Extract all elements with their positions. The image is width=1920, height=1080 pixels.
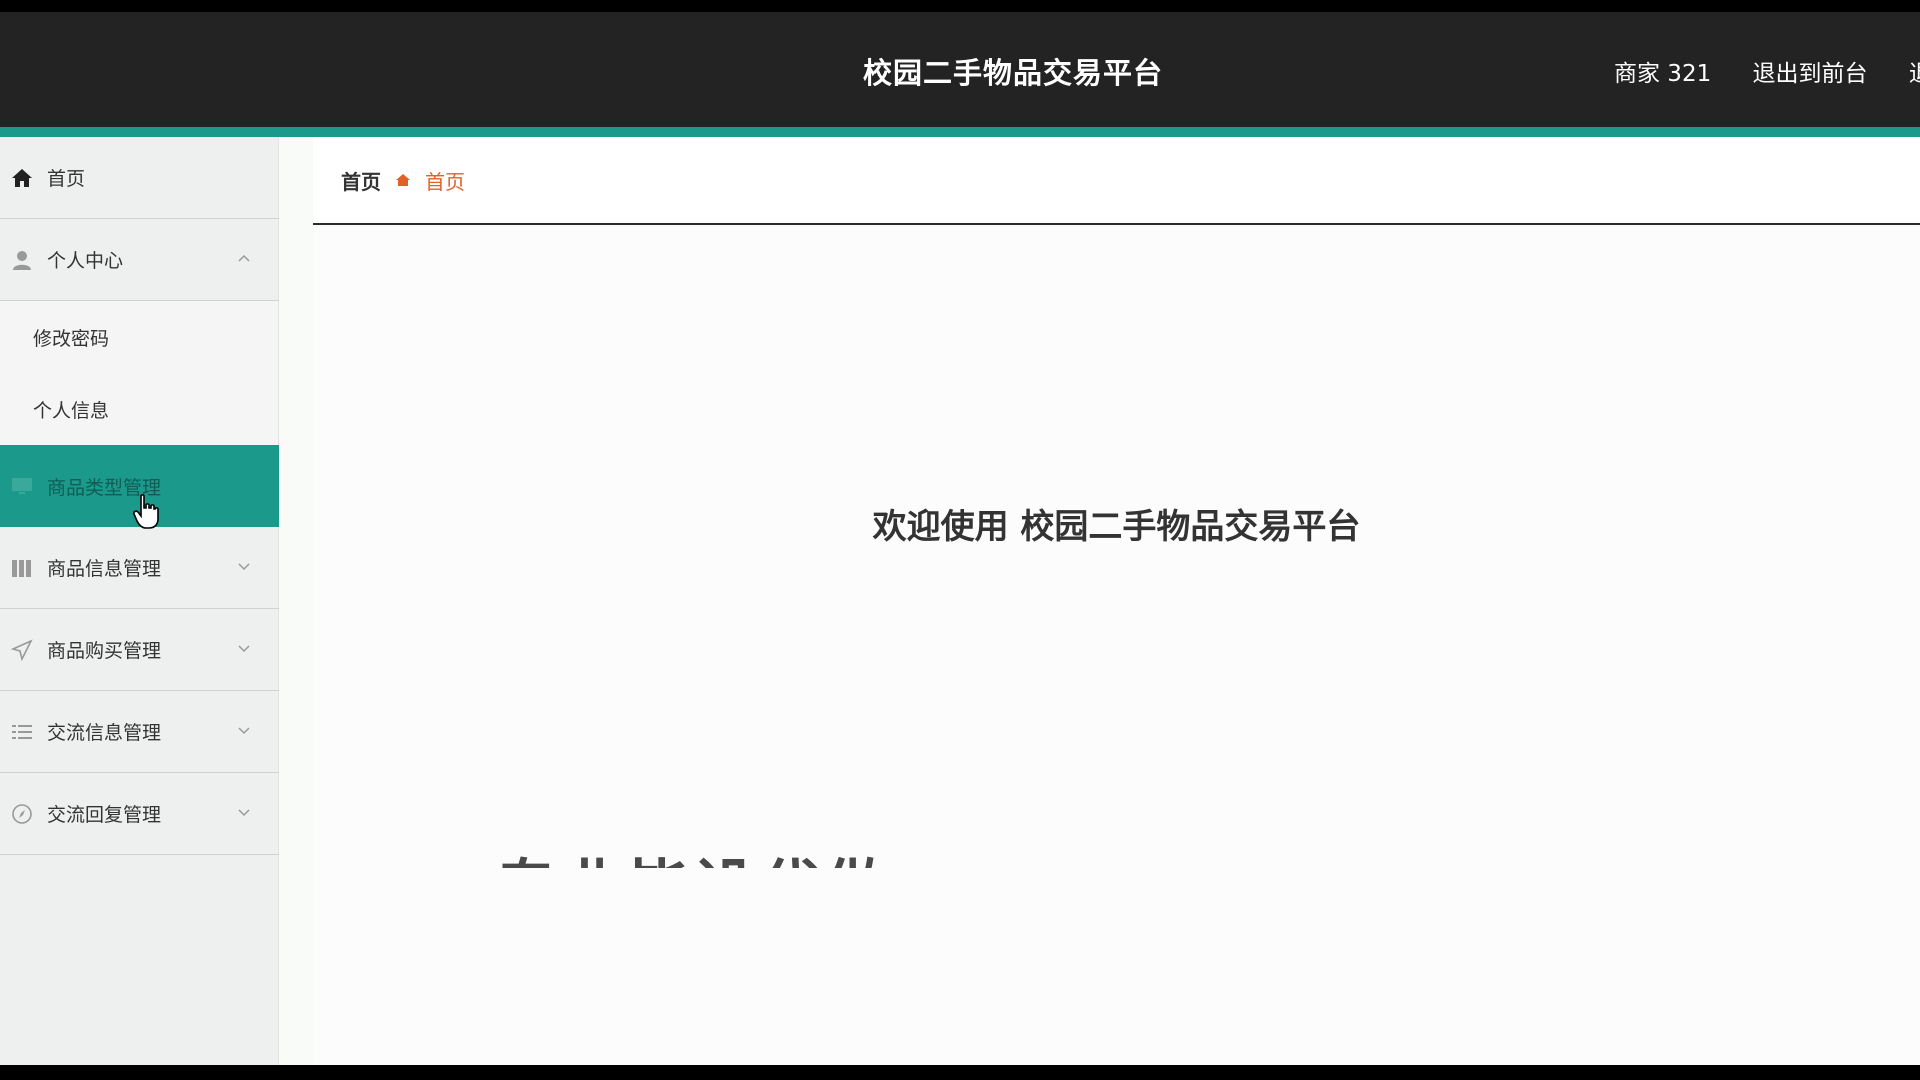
header-actions: 商家 321 退出到前台 退 (1614, 54, 1920, 88)
sidebar-item-label: 交流回复管理 (47, 804, 162, 826)
sidebar-item-label: 交流信息管理 (47, 722, 162, 744)
compass-icon (11, 803, 33, 825)
submenu-item-personal-info[interactable]: 个人信息 (0, 373, 278, 445)
breadcrumb: 首页 首页 (313, 137, 1920, 225)
current-user-label[interactable]: 商家 321 (1614, 61, 1711, 87)
logout-link[interactable]: 退 (1909, 61, 1920, 87)
sidebar-item-purchase-management[interactable]: 商品购买管理 (0, 609, 279, 691)
home-icon (11, 167, 33, 189)
sidebar-item-reply-management[interactable]: 交流回复管理 (0, 773, 279, 855)
breadcrumb-separator-icon (395, 172, 411, 188)
header-accent-bar (0, 127, 1920, 137)
breadcrumb-root[interactable]: 首页 (341, 166, 381, 195)
chevron-down-icon (238, 563, 250, 571)
hand-cursor-icon (133, 494, 159, 529)
list-icon (11, 721, 33, 743)
chevron-down-icon (238, 809, 250, 817)
submenu-item-change-password[interactable]: 修改密码 (0, 301, 278, 373)
sidebar-item-label: 个人中心 (47, 250, 124, 272)
sidebar-item-personal-center[interactable]: 个人中心 (0, 219, 279, 301)
chevron-up-icon (238, 254, 250, 262)
top-header: 校园二手物品交易平台 商家 321 退出到前台 退 (0, 12, 1920, 127)
sidebar-item-label: 首页 (47, 168, 86, 190)
chevron-down-icon (238, 727, 250, 735)
sidebar-item-home[interactable]: 首页 (0, 137, 279, 219)
overlay-caption: 专业毕设代做 (495, 838, 891, 868)
sidebar-item-label: 商品信息管理 (47, 558, 162, 580)
monitor-icon (11, 475, 33, 497)
send-icon (11, 638, 33, 661)
sidebar-item-message-management[interactable]: 交流信息管理 (0, 691, 279, 773)
main-content: 欢迎使用 校园二手物品交易平台 (313, 227, 1920, 1065)
app-window: 校园二手物品交易平台 商家 321 退出到前台 退 首页 个人中心 修改密码 个… (0, 12, 1920, 1065)
chevron-down-icon (238, 645, 250, 653)
sidebar: 首页 个人中心 修改密码 个人信息 商品类型管理 商品信息管理 商品购买管理 交… (0, 137, 279, 1065)
breadcrumb-current: 首页 (425, 169, 465, 194)
sidebar-item-product-info-management[interactable]: 商品信息管理 (0, 527, 279, 609)
sidebar-item-label: 商品购买管理 (47, 640, 162, 662)
user-icon (11, 249, 33, 271)
exit-to-front-link[interactable]: 退出到前台 (1753, 61, 1868, 87)
welcome-heading: 欢迎使用 校园二手物品交易平台 (872, 507, 1361, 547)
book-icon (11, 557, 33, 579)
personal-center-submenu: 修改密码 个人信息 (0, 301, 278, 445)
